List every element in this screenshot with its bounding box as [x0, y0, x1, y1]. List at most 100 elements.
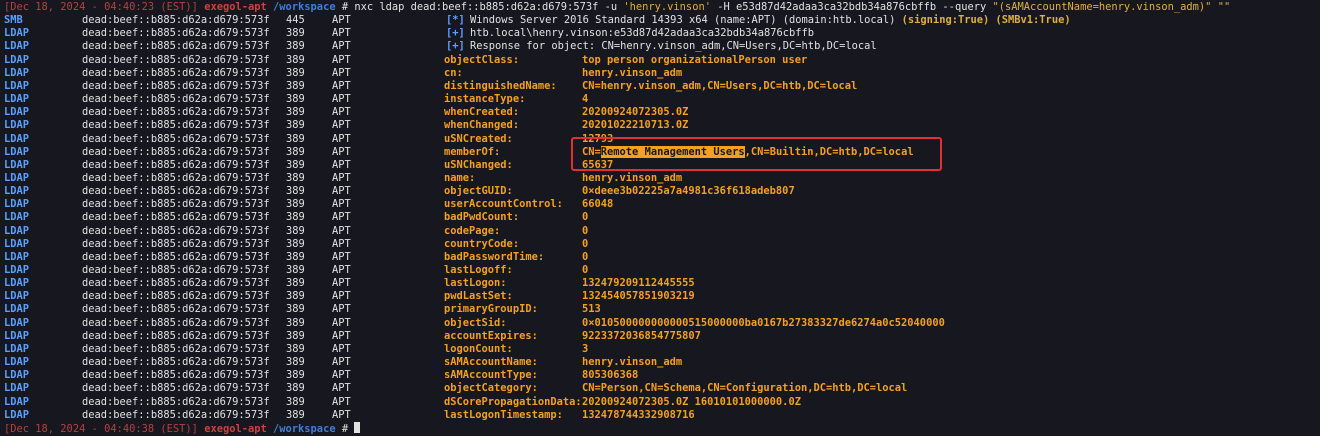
protocol-label: LDAP — [4, 382, 30, 395]
host-address: dead:beef::b885:d62a:d679:573f — [82, 185, 270, 198]
attribute-line: LDAP dead:beef::b885:d62a:d679:573f 389 APT… — [0, 172, 1320, 185]
attribute-value: 0×deee3b02225a7a4981c36f618adeb807 — [582, 185, 795, 198]
attribute-line: LDAP dead:beef::b885:d62a:d679:573f 389 APT… — [0, 211, 1320, 224]
attribute-key: objectSid: — [444, 316, 507, 329]
target-name: APT — [332, 93, 351, 106]
attribute-key: badPwdCount: — [444, 211, 520, 224]
host-address: dead:beef::b885:d62a:d679:573f — [82, 290, 270, 303]
attribute-value: 0 — [582, 250, 589, 263]
host-address: dead:beef::b885:d62a:d679:573f — [82, 93, 270, 106]
status-marker: [+] — [446, 27, 465, 40]
attribute-line: LDAP dead:beef::b885:d62a:d679:573f 389 APT… — [0, 54, 1320, 67]
host-address: dead:beef::b885:d62a:d679:573f — [82, 250, 270, 263]
target-name: APT — [332, 211, 351, 224]
host-address: dead:beef::b885:d62a:d679:573f — [82, 237, 270, 250]
attribute-key: sAMAccountName: — [444, 356, 538, 369]
protocol-label: LDAP — [4, 158, 30, 171]
port-number: 389 — [286, 106, 305, 119]
target-name: APT — [332, 408, 351, 421]
protocol-label: LDAP — [4, 408, 30, 421]
host-address: dead:beef::b885:d62a:d679:573f — [82, 316, 270, 329]
ldap-response-text: Response for object: CN=henry.vinson_adm… — [470, 40, 877, 53]
port-number: 389 — [286, 158, 305, 171]
protocol-label: LDAP — [4, 27, 30, 40]
protocol-label: LDAP — [4, 264, 30, 276]
protocol-label: SMB — [4, 14, 23, 27]
host-address: dead:beef::b885:d62a:d679:573f — [82, 79, 270, 92]
attribute-value: CN=Person,CN=Schema,CN=Configuration,DC=… — [582, 382, 908, 395]
port-number: 389 — [286, 395, 305, 408]
attribute-line: LDAP dead:beef::b885:d62a:d679:573f 389 APT… — [0, 251, 1320, 264]
attribute-key: whenCreated: — [444, 106, 520, 119]
attribute-line: LDAP dead:beef::b885:d62a:d679:573f 389 APT… — [0, 396, 1320, 409]
protocol-label: LDAP — [4, 342, 30, 355]
status-marker: [*] — [446, 14, 465, 27]
target-name: APT — [332, 329, 351, 342]
protocol-label: LDAP — [4, 250, 30, 263]
attribute-key: lastLogoff: — [444, 264, 513, 276]
prompt-line: [Dec 18, 2024 - 04:40:38 (EST)] exegol-a… — [0, 421, 1320, 435]
attribute-line: LDAP dead:beef::b885:d62a:d679:573f 389 APT… — [0, 330, 1320, 343]
target-name: APT — [332, 40, 351, 53]
port-number: 389 — [286, 329, 305, 342]
port-number: 389 — [286, 224, 305, 237]
port-number: 389 — [286, 93, 305, 106]
attribute-value: top person organizationalPerson user — [582, 53, 808, 66]
attribute-line: LDAP dead:beef::b885:d62a:d679:573f 389 APT… — [0, 343, 1320, 356]
command-text: -H e53d87d42adaa3ca32bdb34a876cbffb --qu… — [710, 1, 993, 13]
target-name: APT — [332, 316, 351, 329]
command-text: 'henry.vinson' — [623, 1, 711, 13]
protocol-label: LDAP — [4, 290, 30, 303]
host-address: dead:beef::b885:d62a:d679:573f — [82, 145, 270, 158]
attribute-key: logonCount: — [444, 342, 513, 355]
attribute-key: distinguishedName: — [444, 79, 557, 92]
target-name: APT — [332, 66, 351, 79]
attribute-key: memberOf: — [444, 145, 501, 158]
target-name: APT — [332, 382, 351, 395]
protocol-label: LDAP — [4, 66, 30, 79]
port-number: 389 — [286, 66, 305, 79]
attribute-key: primaryGroupID: — [444, 303, 538, 316]
attribute-key: lastLogon: — [444, 277, 507, 290]
attribute-key: cn: — [444, 66, 463, 79]
attribute-key: badPasswordTime: — [444, 250, 545, 263]
protocol-label: LDAP — [4, 93, 30, 106]
ldap-response-line: LDAP dead:beef::b885:d62a:d679:573f 389 APT… — [0, 40, 1320, 53]
attribute-value: 0 — [582, 237, 589, 250]
target-name: APT — [332, 369, 351, 382]
target-name: APT — [332, 277, 351, 290]
attribute-key: name: — [444, 171, 476, 184]
attribute-line: LDAP dead:beef::b885:d62a:d679:573f 389 APT… — [0, 198, 1320, 211]
target-name: APT — [332, 303, 351, 316]
terminal-cursor[interactable] — [354, 421, 361, 433]
protocol-label: LDAP — [4, 329, 30, 342]
attribute-line: LDAP dead:beef::b885:d62a:d679:573f 389 APT… — [0, 80, 1320, 93]
host-address: dead:beef::b885:d62a:d679:573f — [82, 369, 270, 382]
protocol-label: LDAP — [4, 224, 30, 237]
attribute-value: 132478744332908716 — [582, 408, 695, 421]
port-number: 389 — [286, 185, 305, 198]
target-name: APT — [332, 106, 351, 119]
target-name: APT — [332, 132, 351, 145]
smb-info: Windows Server 2016 Standard 14393 x64 (… — [470, 14, 1071, 27]
attribute-line: LDAP dead:beef::b885:d62a:d679:573f 389 APT… — [0, 93, 1320, 106]
attribute-key: countryCode: — [444, 237, 520, 250]
attribute-value: henry.vinson_adm — [582, 66, 683, 79]
protocol-label: LDAP — [4, 198, 30, 211]
protocol-label: LDAP — [4, 369, 30, 382]
attribute-line: LDAP dead:beef::b885:d62a:d679:573f 389 APT… — [0, 409, 1320, 422]
attribute-line: LDAP dead:beef::b885:d62a:d679:573f 389 APT… — [0, 356, 1320, 369]
port-number: 389 — [286, 290, 305, 303]
host-address: dead:beef::b885:d62a:d679:573f — [82, 303, 270, 316]
target-name: APT — [332, 250, 351, 263]
attribute-key: objectCategory: — [444, 382, 538, 395]
host-address: dead:beef::b885:d62a:d679:573f — [82, 395, 270, 408]
protocol-label: LDAP — [4, 185, 30, 198]
port-number: 445 — [286, 14, 305, 27]
attribute-value: 20200924072305.0Z — [582, 106, 689, 119]
protocol-label: LDAP — [4, 145, 30, 158]
host-address: dead:beef::b885:d62a:d679:573f — [82, 382, 270, 395]
terminal-window[interactable]: [Dec 18, 2024 - 04:40:23 (EST)] exegol-a… — [0, 0, 1320, 435]
attribute-key: lastLogonTimestamp: — [444, 408, 563, 421]
port-number: 389 — [286, 408, 305, 421]
